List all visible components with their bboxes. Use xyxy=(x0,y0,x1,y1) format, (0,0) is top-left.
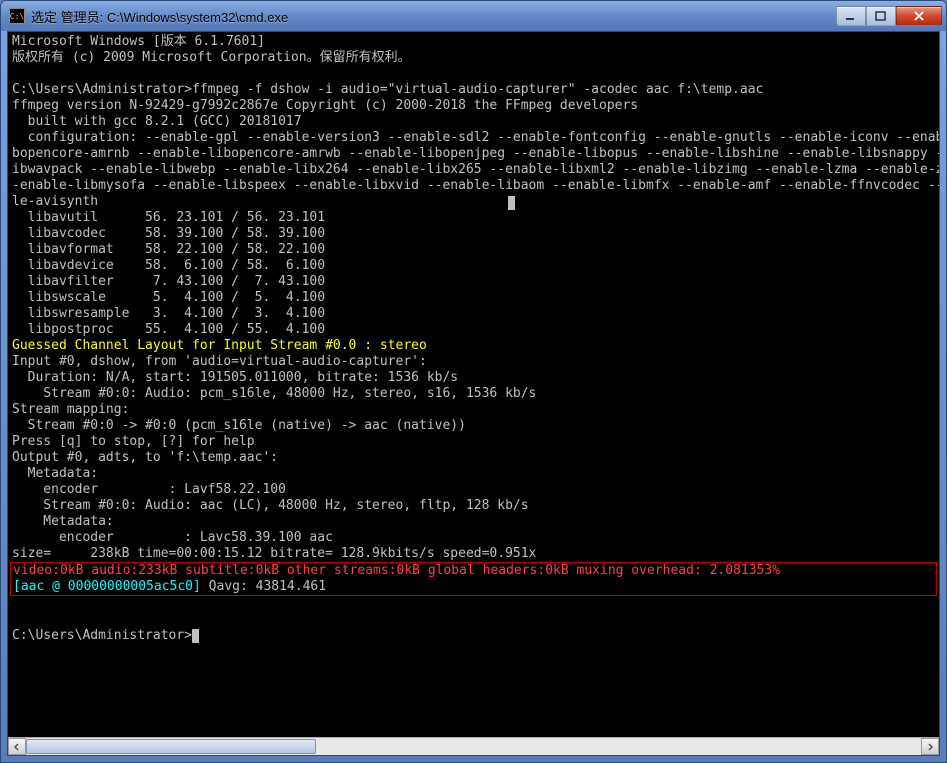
line: bopencore-amrnb --enable-libopencore-amr… xyxy=(12,146,939,161)
line: Press [q] to stop, [?] for help xyxy=(12,434,255,449)
chevron-right-icon xyxy=(926,743,934,751)
line: Duration: N/A, start: 191505.011000, bit… xyxy=(12,370,458,385)
line: Stream #0:0: Audio: aac (LC), 48000 Hz, … xyxy=(12,498,529,513)
line: configuration: --enable-gpl --enable-ver… xyxy=(12,130,939,145)
cmd-icon: C:\ xyxy=(9,8,25,24)
text-cursor xyxy=(192,629,199,643)
window-controls xyxy=(836,6,942,26)
line-aac-tag: [aac @ 00000000005ac5c0] xyxy=(13,579,201,594)
close-button[interactable] xyxy=(896,6,942,26)
line: encoder : Lavc58.39.100 aac xyxy=(12,530,333,545)
line: Metadata: xyxy=(12,514,114,529)
titlebar[interactable]: C:\ 选定 管理员: C:\Windows\system32\cmd.exe xyxy=(1,1,946,31)
scroll-thumb[interactable] xyxy=(26,739,316,754)
client-area: Microsoft Windows [版本 6.1.7601] 版权所有 (c)… xyxy=(7,31,940,756)
cmd-window: C:\ 选定 管理员: C:\Windows\system32\cmd.exe … xyxy=(0,0,947,763)
line: libswresample 3. 4.100 / 3. 4.100 xyxy=(12,306,325,321)
line-guessed: Guessed Channel Layout for Input Stream … xyxy=(12,338,427,353)
line: Stream mapping: xyxy=(12,402,129,417)
line: libavfilter 7. 43.100 / 7. 43.100 xyxy=(12,274,325,289)
window-title: 选定 管理员: C:\Windows\system32\cmd.exe xyxy=(31,7,836,26)
line: built with gcc 8.2.1 (GCC) 20181017 xyxy=(12,114,302,129)
line: libavdevice 58. 6.100 / 58. 6.100 xyxy=(12,258,325,273)
line: libswscale 5. 4.100 / 5. 4.100 xyxy=(12,290,325,305)
line: Microsoft Windows [版本 6.1.7601] xyxy=(12,34,265,49)
maximize-button[interactable] xyxy=(866,6,896,26)
maximize-icon xyxy=(875,11,887,21)
selection-cursor xyxy=(508,196,515,210)
highlight-box: video:0kB audio:233kB subtitle:0kB other… xyxy=(10,562,937,596)
horizontal-scrollbar[interactable] xyxy=(8,737,939,755)
chevron-left-icon xyxy=(13,743,21,751)
line: Stream #0:0 -> #0:0 (pcm_s16le (native) … xyxy=(12,418,466,433)
line: encoder : Lavf58.22.100 xyxy=(12,482,286,497)
prompt: C:\Users\Administrator> xyxy=(12,628,192,643)
line: -enable-libmysofa --enable-libspeex --en… xyxy=(12,178,939,193)
line: C:\Users\Administrator>ffmpeg -f dshow -… xyxy=(12,82,763,97)
scroll-left-button[interactable] xyxy=(8,738,26,755)
minimize-icon xyxy=(845,11,857,21)
line: Stream #0:0: Audio: pcm_s16le, 48000 Hz,… xyxy=(12,386,536,401)
line: Metadata: xyxy=(12,466,98,481)
line: libpostproc 55. 4.100 / 55. 4.100 xyxy=(12,322,325,337)
line: libavcodec 58. 39.100 / 58. 39.100 xyxy=(12,226,325,241)
terminal-output[interactable]: Microsoft Windows [版本 6.1.7601] 版权所有 (c)… xyxy=(8,32,939,737)
line: ibwavpack --enable-libwebp --enable-libx… xyxy=(12,162,939,177)
line: Output #0, adts, to 'f:\temp.aac': xyxy=(12,450,278,465)
close-icon xyxy=(913,11,925,21)
line-qavg: Qavg: 43814.461 xyxy=(201,579,326,594)
line: size= 238kB time=00:00:15.12 bitrate= 12… xyxy=(12,546,536,561)
line: libavutil 56. 23.101 / 56. 23.101 xyxy=(12,210,325,225)
minimize-button[interactable] xyxy=(836,6,866,26)
scroll-right-button[interactable] xyxy=(921,738,939,755)
line: Input #0, dshow, from 'audio=virtual-aud… xyxy=(12,354,427,369)
line: ffmpeg version N-92429-g7992c2867e Copyr… xyxy=(12,98,638,113)
line: libavformat 58. 22.100 / 58. 22.100 xyxy=(12,242,325,257)
line: 版权所有 (c) 2009 Microsoft Corporation。保留所有… xyxy=(12,50,411,65)
scroll-track[interactable] xyxy=(26,738,921,755)
line: le-avisynth xyxy=(12,194,98,209)
line-overhead: video:0kB audio:233kB subtitle:0kB other… xyxy=(13,563,780,578)
